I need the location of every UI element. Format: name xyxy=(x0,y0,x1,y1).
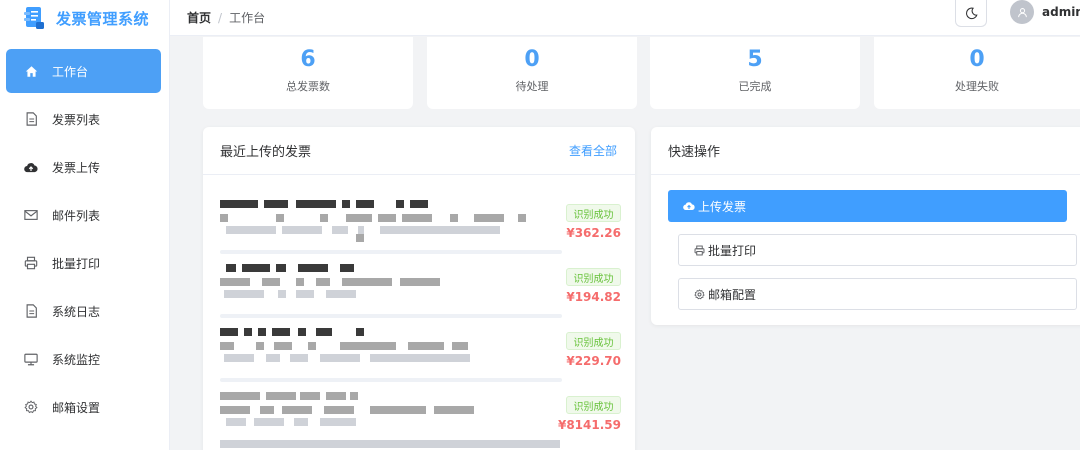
button-label: 上传发票 xyxy=(698,199,747,214)
stat-card-total: 6 总发票数 xyxy=(203,37,413,109)
stat-value: 0 xyxy=(969,47,985,72)
status-badge: 识别成功 xyxy=(566,204,621,222)
breadcrumb-home[interactable]: 首页 xyxy=(187,9,211,26)
username: admin xyxy=(1042,5,1080,19)
invoice-item[interactable]: 识别成功 ¥194.82 xyxy=(220,262,621,317)
stat-card-pending: 0 待处理 xyxy=(427,37,637,109)
sidebar-item-invoice-upload[interactable]: 发票上传 xyxy=(6,145,161,189)
moon-icon xyxy=(965,7,978,19)
batch-print-button[interactable]: 批量打印 xyxy=(678,234,1077,266)
stat-label: 已完成 xyxy=(738,80,772,93)
sidebar-item-label: 批量打印 xyxy=(52,256,101,271)
card-title: 最近上传的发票 xyxy=(220,145,312,160)
stat-label: 总发票数 xyxy=(286,80,330,93)
invoice-amount: ¥362.26 xyxy=(566,226,621,240)
stat-value: 6 xyxy=(300,47,316,72)
divider xyxy=(220,378,562,382)
breadcrumb: 首页 / 工作台 xyxy=(187,9,265,26)
theme-toggle-button[interactable] xyxy=(955,0,987,27)
brand-title: 发票管理系统 xyxy=(56,9,150,28)
invoice-amount: ¥194.82 xyxy=(566,290,621,304)
upload-invoice-button[interactable]: 上传发票 xyxy=(668,190,1067,222)
view-all-link[interactable]: 查看全部 xyxy=(569,142,617,159)
invoice-logo-icon xyxy=(24,7,44,29)
sidebar-item-label: 系统日志 xyxy=(52,304,101,319)
document-icon xyxy=(24,112,38,126)
sidebar-item-label: 邮件列表 xyxy=(52,208,101,223)
stat-label: 处理失败 xyxy=(955,80,999,93)
divider xyxy=(220,250,562,254)
sidebar-menu: 工作台 发票列表 发票上传 邮件列表 批量打印 系统日志 系统监控 邮箱设置 xyxy=(0,49,170,433)
sidebar-item-system-log[interactable]: 系统日志 xyxy=(6,289,161,333)
gear-icon xyxy=(24,400,38,414)
breadcrumb-separator: / xyxy=(218,10,223,25)
cloud-upload-icon xyxy=(683,202,695,211)
invoice-amount: ¥8141.59 xyxy=(557,418,621,432)
button-label: 批量打印 xyxy=(708,243,757,258)
brand[interactable]: 发票管理系统 xyxy=(0,0,169,36)
status-badge: 识别成功 xyxy=(566,396,621,414)
mail-config-button[interactable]: 邮箱配置 xyxy=(678,278,1077,310)
quick-actions-card: 快速操作 上传发票 批量打印 邮箱配置 xyxy=(651,127,1080,325)
stat-value: 0 xyxy=(524,47,540,72)
user-icon xyxy=(1017,7,1027,17)
avatar xyxy=(1010,0,1034,24)
printer-icon xyxy=(694,245,705,255)
sidebar-item-dashboard[interactable]: 工作台 xyxy=(6,49,161,93)
sidebar-item-batch-print[interactable]: 批量打印 xyxy=(6,241,161,285)
card-title: 快速操作 xyxy=(668,145,721,160)
printer-icon xyxy=(24,256,38,270)
top-header: 首页 / 工作台 admin xyxy=(170,0,1080,36)
sidebar-item-label: 邮箱设置 xyxy=(52,400,101,415)
invoice-item[interactable]: 识别成功 ¥8141.59 xyxy=(220,390,621,445)
stat-label: 待处理 xyxy=(515,80,549,93)
sidebar-item-invoice-list[interactable]: 发票列表 xyxy=(6,97,161,141)
invoice-amount: ¥229.70 xyxy=(566,354,621,368)
recent-invoices-header: 最近上传的发票 查看全部 xyxy=(203,127,635,175)
sidebar-item-label: 系统监控 xyxy=(52,352,101,367)
status-badge: 识别成功 xyxy=(566,332,621,350)
stat-value: 5 xyxy=(747,47,763,72)
sidebar: 发票管理系统 工作台 发票列表 发票上传 邮件列表 批量打印 系统日志 系统监控… xyxy=(0,0,170,450)
sidebar-item-label: 发票列表 xyxy=(52,112,101,127)
document-icon xyxy=(24,304,38,318)
stat-card-failed: 0 处理失败 xyxy=(874,37,1080,109)
sidebar-item-label: 发票上传 xyxy=(52,160,101,175)
invoice-item[interactable]: 识别成功 ¥362.26 xyxy=(220,198,621,253)
status-badge: 识别成功 xyxy=(566,268,621,286)
sidebar-item-system-monitor[interactable]: 系统监控 xyxy=(6,337,161,381)
divider xyxy=(220,314,562,318)
sidebar-item-label: 工作台 xyxy=(52,64,89,79)
home-icon xyxy=(24,64,38,78)
invoice-item[interactable]: 识别成功 ¥229.70 xyxy=(220,326,621,381)
recent-invoices-card: 最近上传的发票 查看全部 识别成功 ¥362.26 识别成功 ¥194.82 识… xyxy=(203,127,635,450)
user-menu[interactable]: admin xyxy=(1010,0,1080,24)
sidebar-item-mail-settings[interactable]: 邮箱设置 xyxy=(6,385,161,429)
cloud-upload-icon xyxy=(24,160,38,174)
sidebar-item-mail-list[interactable]: 邮件列表 xyxy=(6,193,161,237)
breadcrumb-current: 工作台 xyxy=(229,11,266,25)
mail-icon xyxy=(24,208,38,222)
stat-card-completed: 5 已完成 xyxy=(650,37,860,109)
gear-icon xyxy=(694,288,705,299)
monitor-icon xyxy=(24,352,38,366)
button-label: 邮箱配置 xyxy=(708,287,757,302)
quick-actions-header: 快速操作 xyxy=(651,127,1080,175)
